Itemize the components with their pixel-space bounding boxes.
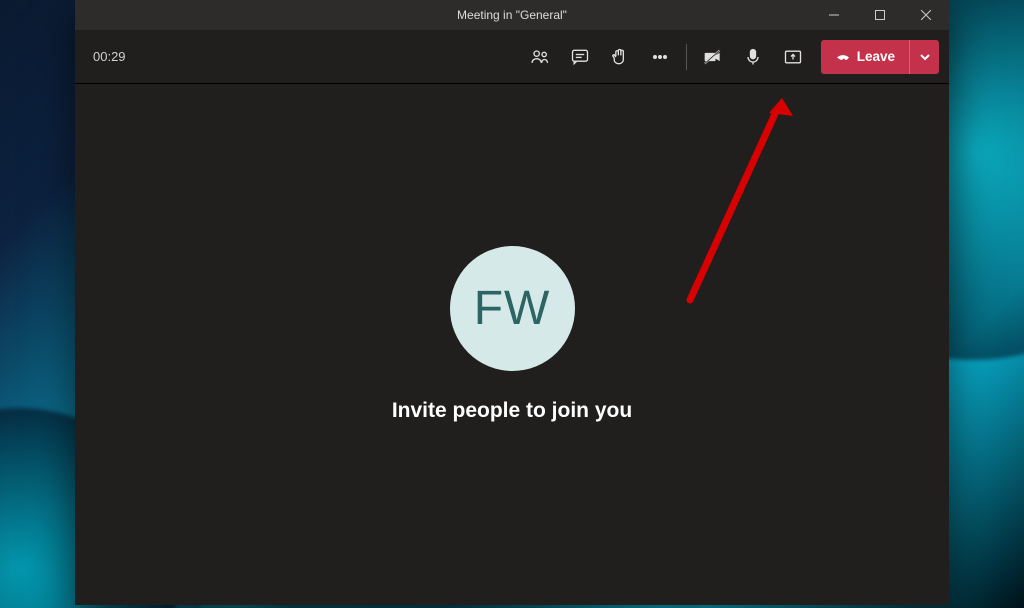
maximize-button[interactable] [857,0,903,30]
avatar-initials: FW [474,281,551,336]
share-screen-icon [783,47,803,67]
mic-on-icon [743,47,763,67]
invite-prompt: Invite people to join you [392,399,632,423]
meeting-stage: FW Invite people to join you [75,84,949,605]
chevron-down-icon [920,52,930,62]
toolbar-separator [686,44,687,70]
chat-button[interactable] [560,37,600,77]
window-title: Meeting in "General" [457,8,567,22]
chat-icon [570,47,590,67]
participants-button[interactable] [520,37,560,77]
participant-avatar: FW [450,246,575,371]
close-button[interactable] [903,0,949,30]
share-screen-button[interactable] [773,37,813,77]
camera-off-icon [703,47,723,67]
minimize-button[interactable] [811,0,857,30]
titlebar: Meeting in "General" [75,0,949,30]
meeting-window: Meeting in "General" 00:29 [75,0,949,605]
meeting-toolbar: 00:29 [75,30,949,84]
leave-menu-button[interactable] [909,40,939,74]
leave-label: Leave [857,49,895,64]
minimize-icon [829,10,839,20]
window-controls [811,0,949,30]
more-icon [650,47,670,67]
more-actions-button[interactable] [640,37,680,77]
leave-button[interactable]: Leave [821,40,909,74]
mic-toggle-button[interactable] [733,37,773,77]
participants-icon [530,47,550,67]
raise-hand-button[interactable] [600,37,640,77]
hangup-icon [835,49,851,65]
call-timer: 00:29 [93,49,126,64]
close-icon [921,10,931,20]
leave-control: Leave [821,40,939,74]
camera-toggle-button[interactable] [693,37,733,77]
maximize-icon [875,10,885,20]
raise-hand-icon [610,47,630,67]
